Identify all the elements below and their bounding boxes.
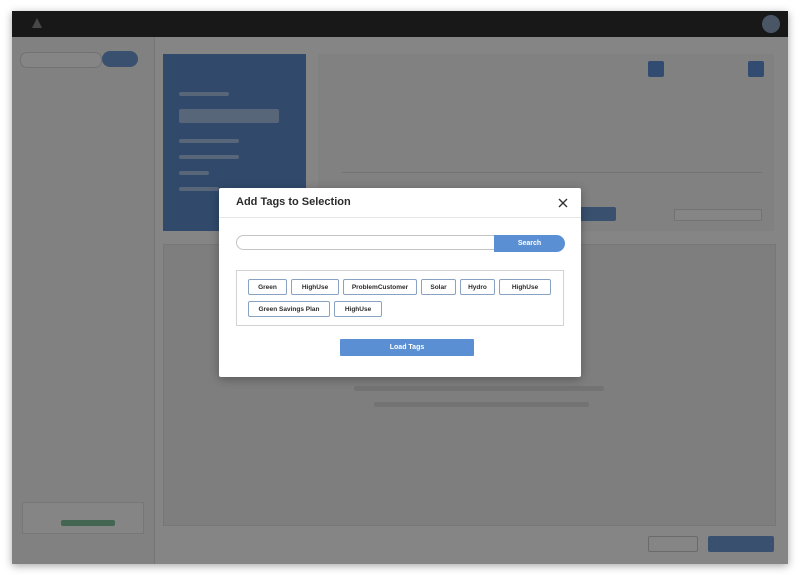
tag-highuse[interactable]: HighUse: [291, 279, 339, 295]
modal-divider: [219, 217, 581, 218]
load-tags-button[interactable]: Load Tags: [340, 339, 474, 356]
tag-solar[interactable]: Solar: [421, 279, 456, 295]
tag-hydro[interactable]: Hydro: [460, 279, 495, 295]
add-tags-modal: Add Tags to Selection Search Green HighU…: [219, 188, 581, 377]
tag-highuse[interactable]: HighUse: [334, 301, 382, 317]
tag-green-savings-plan[interactable]: Green Savings Plan: [248, 301, 330, 317]
tag-green[interactable]: Green: [248, 279, 287, 295]
modal-title: Add Tags to Selection: [236, 196, 351, 208]
search-button[interactable]: Search: [494, 235, 565, 252]
tag-highuse[interactable]: HighUse: [499, 279, 551, 295]
close-icon[interactable]: [556, 196, 570, 210]
tag-search-input[interactable]: [236, 235, 495, 250]
tag-list: Green HighUse ProblemCustomer Solar Hydr…: [236, 270, 564, 326]
tag-problemcustomer[interactable]: ProblemCustomer: [343, 279, 417, 295]
